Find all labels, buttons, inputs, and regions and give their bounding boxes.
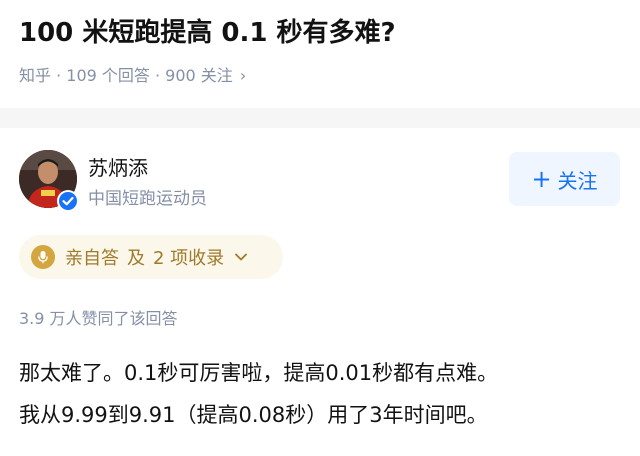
- answer-line: 那太难了。0.1秒可厉害啦，提高0.01秒都有点难。: [19, 361, 499, 385]
- question-header: 100 米短跑提高 0.1 秒有多难? 知乎 · 109 个回答 · 900 关…: [0, 0, 640, 108]
- verified-badge-icon: [59, 192, 77, 210]
- section-divider: [0, 108, 640, 128]
- author-description: 中国短跑运动员: [88, 189, 207, 209]
- collections-label: 2 项收录: [153, 248, 225, 269]
- microphone-icon: [31, 245, 55, 269]
- author-name[interactable]: 苏炳添: [88, 152, 148, 181]
- answer-line: 我从9.99到9.91（提高0.08秒）用了3年时间吧。: [19, 403, 488, 427]
- question-meta[interactable]: 知乎 · 109 个回答 · 900 关注 ›: [19, 62, 246, 86]
- self-answer-label: 亲自答: [65, 248, 119, 269]
- question-meta-text: 知乎 · 109 个回答 · 900 关注: [19, 66, 233, 85]
- chevron-down-icon: [234, 250, 248, 264]
- verified-badge: [57, 190, 79, 212]
- chip-separator: 及: [127, 248, 145, 269]
- question-title[interactable]: 100 米短跑提高 0.1 秒有多难?: [19, 12, 396, 49]
- follow-button[interactable]: + 关注: [509, 152, 620, 206]
- plus-icon: +: [531, 165, 552, 193]
- answer-content[interactable]: 那太难了。0.1秒可厉害啦，提高0.01秒都有点难。 我从9.99到9.91（提…: [19, 352, 629, 436]
- follow-label: 关注: [557, 168, 598, 193]
- self-answer-chip[interactable]: 亲自答 及 2 项收录: [19, 235, 283, 279]
- chevron-right-icon: ›: [239, 66, 247, 85]
- likes-count: 3.9 万人赞同了该回答: [19, 309, 178, 328]
